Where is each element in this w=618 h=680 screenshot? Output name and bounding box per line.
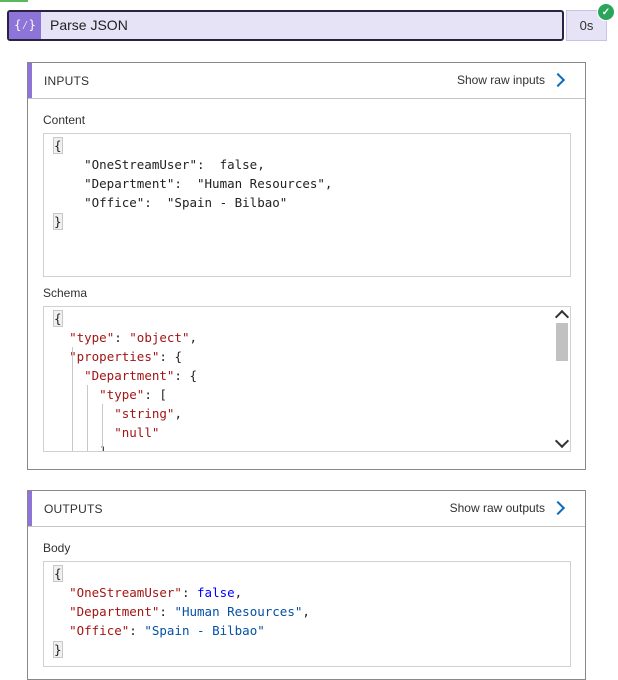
brace: { [53,565,63,582]
json-value: "Human Resources" [174,604,303,619]
code-line: "Department": { [54,366,570,385]
outputs-panel-header: OUTPUTS Show raw outputs [28,491,585,527]
brace: } [53,641,63,658]
separator: : [159,349,175,364]
show-raw-outputs-label: Show raw outputs [449,501,545,515]
json-key: "OneStreamUser": [54,157,205,172]
separator: : [159,604,175,619]
json-value: "string" [114,406,175,421]
code-line: } [53,212,570,231]
indent-guide [72,347,73,451]
code-line: "properties": { [54,347,570,366]
separator: : [181,585,198,600]
code-line: "Department": "Human Resources", [54,174,570,193]
outputs-title: OUTPUTS [44,502,103,516]
brace: { [53,310,63,327]
separator: : [129,623,145,638]
code-line: "null" [54,423,570,442]
json-key: "Department" [69,604,160,619]
json-key: "Department" [84,368,175,383]
success-check-icon: ✓ [597,3,615,21]
code-line: "Office": "Spain - Bilbao" [54,621,570,640]
braces-icon: {⁄} [9,12,41,39]
action-card-header[interactable]: {⁄} Parse JSON [7,10,564,41]
scroll-up-icon[interactable] [554,309,570,325]
code-line: { [53,136,570,155]
punctuation: , [234,585,243,600]
json-key: "Office": [54,195,152,210]
content-label: Content [43,113,86,127]
open-brace: { [53,137,63,154]
punctuation: { [189,368,198,383]
punctuation: [ [159,387,167,402]
json-value: "Human Resources", [181,176,333,191]
show-raw-inputs-link[interactable]: Show raw inputs [456,72,567,88]
json-key: "Office" [69,623,130,638]
content-code-view[interactable]: { "OneStreamUser": false, "Department": … [43,133,571,277]
chevron-right-icon [550,500,566,516]
json-key: "type" [99,387,145,402]
json-key: "type" [69,330,115,345]
body-code-view[interactable]: { "OneStreamUser": false, "Department": … [43,561,571,667]
punctuation: { [174,349,182,364]
close-brace: } [53,213,63,230]
json-value: false [197,585,235,600]
chevron-right-icon [550,72,566,88]
schema-code-view[interactable]: { "type": "object", "properties": { "Dep… [43,306,571,452]
punctuation: , [302,604,310,619]
code-line: "Office": "Spain - Bilbao" [54,193,570,212]
json-value: "object" [129,330,190,345]
code-line: "string", [54,404,570,423]
code-line: "Department": "Human Resources", [54,602,570,621]
separator: : [144,387,160,402]
action-title: Parse JSON [50,17,128,33]
indent-guide [102,404,103,451]
scroll-down-icon[interactable] [554,433,570,449]
punctuation: , [174,406,182,421]
scroll-thumb[interactable] [556,323,568,361]
inputs-title: INPUTS [44,74,90,88]
json-key: "properties" [69,349,160,364]
inputs-panel-header: INPUTS Show raw inputs [28,63,585,99]
schema-label: Schema [43,286,88,300]
indent-guide [87,385,88,451]
code-line: "OneStreamUser": false, [54,155,570,174]
inputs-panel: INPUTS Show raw inputs Content { "OneStr… [27,62,586,470]
json-value: "null" [114,425,160,440]
code-line: "type": [ [54,385,570,404]
status-accent-line [0,0,28,2]
schema-scrollbar[interactable] [554,307,570,451]
json-key: "OneStreamUser" [69,585,182,600]
code-line: "type": "object", [54,328,570,347]
punctuation: , [189,330,198,345]
show-raw-inputs-label: Show raw inputs [456,73,545,87]
outputs-panel: OUTPUTS Show raw outputs Body { "OneStre… [27,490,586,680]
json-value: false, [204,157,265,172]
json-value: "Spain - Bilbao" [151,195,288,210]
code-line: ], [54,442,570,451]
code-line: { [53,564,570,583]
separator: : [174,368,190,383]
show-raw-outputs-link[interactable]: Show raw outputs [449,500,567,516]
code-line: { [53,309,570,328]
json-key: "Department": [54,176,182,191]
separator: : [114,330,130,345]
json-value: "Spain - Bilbao" [144,623,265,638]
code-line: } [53,640,570,659]
code-line: "OneStreamUser": false, [54,583,570,602]
body-label: Body [43,541,71,555]
